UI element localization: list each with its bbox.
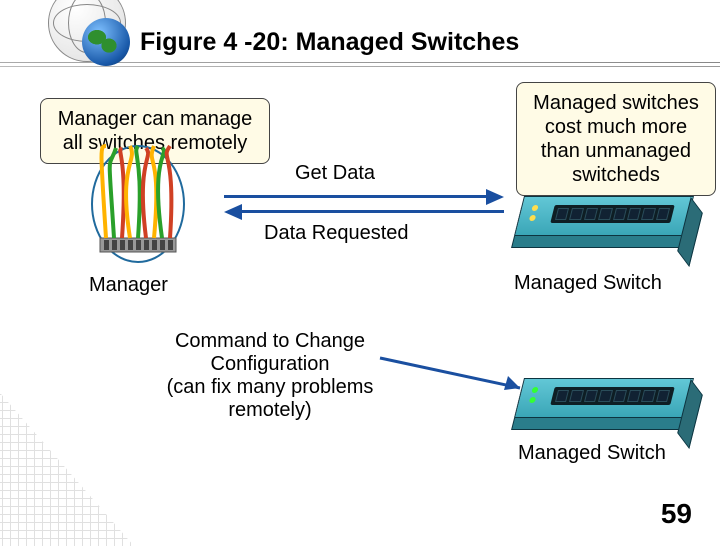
label-command: Command to Change Configuration (can fix… [150,330,390,422]
corner-grid-decoration [0,386,134,546]
label-manager: Manager [89,274,168,297]
arrow-data-requested [224,204,504,220]
arrow-get-data [224,189,504,205]
label-managed-switch-1: Managed Switch [514,272,662,295]
globe-icon [48,0,126,62]
label-data-requested: Data Requested [264,222,409,245]
fiber-plant-icon [88,142,188,267]
callout-cost: Managed switches cost much more than unm… [516,82,716,196]
figure-title: Figure 4 -20: Managed Switches [140,28,519,57]
label-managed-switch-2: Managed Switch [518,442,666,465]
label-get-data: Get Data [295,162,375,185]
page-number: 59 [661,498,692,530]
